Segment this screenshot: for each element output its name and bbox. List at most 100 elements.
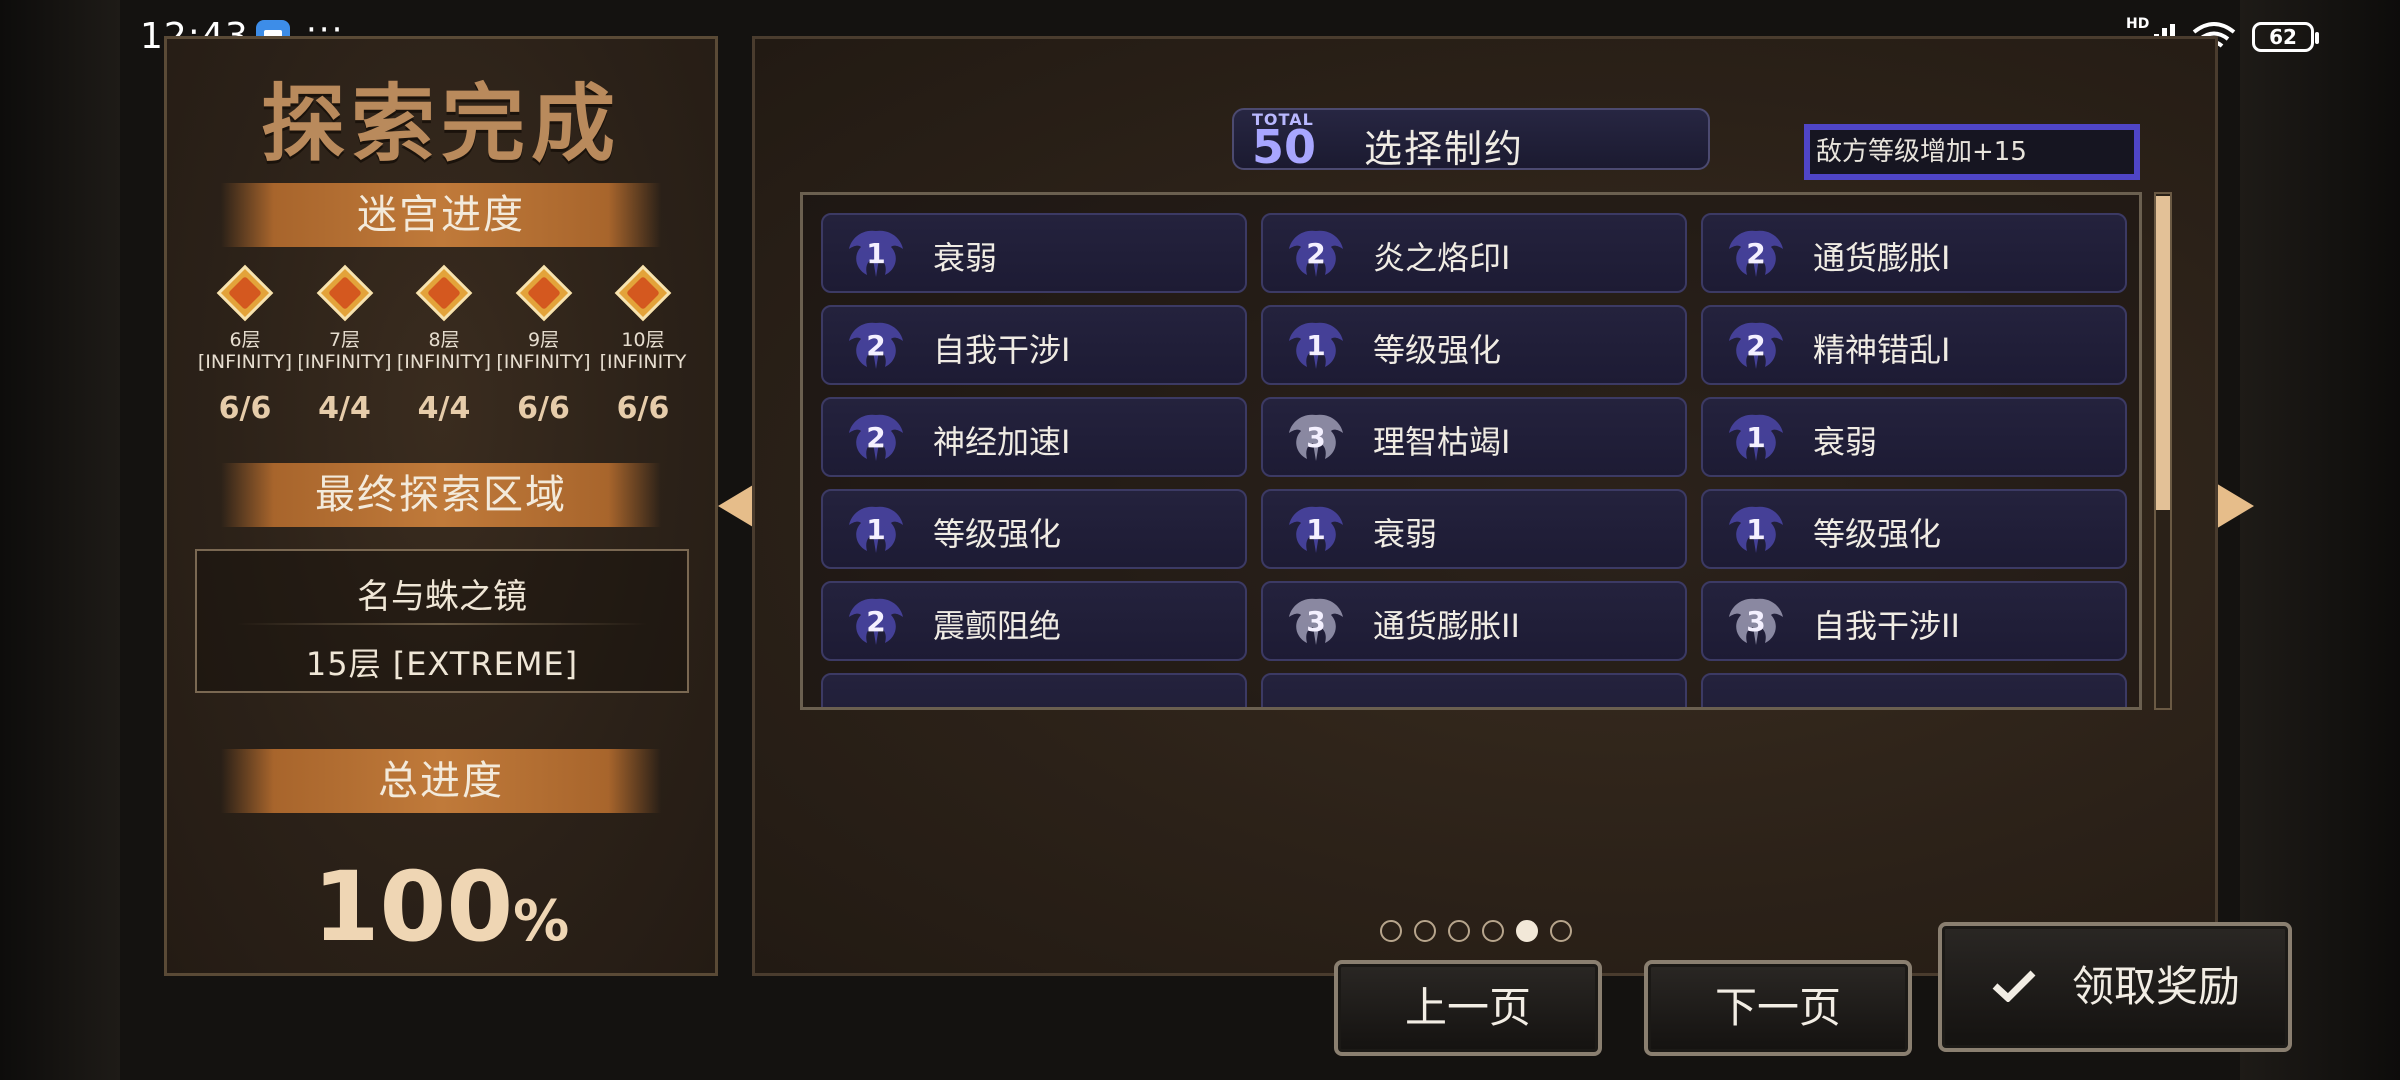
restriction-card-partial[interactable] — [1261, 673, 1687, 707]
restriction-card[interactable]: 2 自我干涉I — [821, 305, 1247, 385]
restriction-label: 自我干涉II — [1813, 607, 1960, 645]
floor-item: 6层 [INFINITY] 6/6 — [197, 261, 293, 461]
restriction-card[interactable]: 2 炎之烙印I — [1261, 213, 1687, 293]
restriction-level: 2 — [866, 605, 886, 638]
restriction-card[interactable]: 3 理智枯竭I — [1261, 397, 1687, 477]
exploration-summary-panel: 探索完成 迷宫进度 6层 [INFINITY] 6/6 7层 [INFINITY… — [164, 36, 718, 976]
floor-item: 9层 [INFINITY] 6/6 — [496, 261, 592, 461]
restriction-level-icon: 1 — [1285, 501, 1347, 557]
restriction-label: 精神错乱I — [1813, 331, 1951, 369]
floor-name: 6层 — [229, 329, 261, 351]
restriction-level-icon: 2 — [1285, 225, 1347, 281]
restriction-level-icon: 2 — [845, 317, 907, 373]
restriction-card-partial[interactable] — [821, 673, 1247, 707]
floor-item: 10层 [INFINITY 6/6 — [595, 261, 691, 461]
select-restrictions-title: 选择制约 — [1364, 127, 1525, 171]
floor-difficulty: [INFINITY] — [297, 351, 392, 373]
restriction-label: 自我干涉I — [933, 331, 1071, 369]
restriction-level: 2 — [1746, 237, 1766, 270]
floor-name: 8层 — [428, 329, 460, 351]
final-zone-box: 名与蛛之镜 15层 [EXTREME] — [195, 549, 689, 693]
previous-page-button[interactable]: 上一页 — [1334, 960, 1602, 1056]
page-dot[interactable] — [1550, 920, 1572, 942]
page-dot[interactable] — [1448, 920, 1470, 942]
restriction-level: 2 — [1306, 237, 1326, 270]
restriction-card[interactable]: 3 自我干涉II — [1701, 581, 2127, 661]
restriction-card[interactable]: 1 等级强化 — [1701, 489, 2127, 569]
restriction-label: 通货膨胀I — [1813, 239, 1951, 277]
restriction-level-icon: 3 — [1285, 593, 1347, 649]
restriction-level: 2 — [866, 329, 886, 362]
restriction-level-icon: 2 — [1725, 317, 1787, 373]
left-frame-decoration — [0, 0, 120, 1080]
restriction-level: 1 — [866, 513, 886, 546]
restriction-level: 3 — [1746, 605, 1766, 638]
scrollbar-thumb[interactable] — [2156, 196, 2170, 510]
restriction-level-icon: 1 — [845, 225, 907, 281]
select-restrictions-header: TOTAL 50 选择制约 — [1232, 108, 1710, 174]
page-dot[interactable] — [1380, 920, 1402, 942]
restriction-card[interactable]: 1 衰弱 — [1261, 489, 1687, 569]
restriction-level-icon: 1 — [1725, 409, 1787, 465]
floor-clear-icon — [515, 264, 572, 322]
floor-count: 4/4 — [318, 391, 371, 426]
restriction-label: 通货膨胀II — [1373, 607, 1520, 645]
page-dot[interactable] — [1482, 920, 1504, 942]
restriction-level: 1 — [1306, 329, 1326, 362]
floor-item: 8层 [INFINITY] 4/4 — [396, 261, 492, 461]
restriction-label: 衰弱 — [1813, 423, 1878, 461]
restriction-label: 等级强化 — [1813, 515, 1942, 553]
restriction-level: 1 — [1306, 513, 1326, 546]
total-badge: TOTAL 50 — [1252, 110, 1316, 174]
page-dot[interactable] — [1414, 920, 1436, 942]
restriction-card[interactable]: 2 神经加速I — [821, 397, 1247, 477]
restriction-level: 2 — [1746, 329, 1766, 362]
restriction-label: 等级强化 — [1373, 331, 1502, 369]
floor-name: 7层 — [328, 329, 361, 351]
floor-count: 4/4 — [417, 391, 471, 426]
floor-difficulty: [INFINITY] — [197, 351, 293, 373]
next-page-button[interactable]: 下一页 — [1644, 960, 1912, 1056]
restriction-card[interactable]: 3 通货膨胀II — [1261, 581, 1687, 661]
total-value: 50 — [1252, 120, 1317, 174]
page-title: 探索完成 — [260, 75, 621, 173]
restriction-label: 震颤阻绝 — [933, 607, 1062, 645]
restriction-card[interactable]: 2 通货膨胀I — [1701, 213, 2127, 293]
restriction-label: 衰弱 — [1373, 515, 1438, 553]
floor-clear-icon — [415, 264, 473, 322]
floor-clear-icon — [216, 264, 274, 322]
restriction-card[interactable]: 1 衰弱 — [821, 213, 1247, 293]
restriction-card[interactable]: 1 等级强化 — [821, 489, 1247, 569]
floor-name: 9层 — [527, 329, 560, 351]
restriction-level: 1 — [866, 237, 886, 270]
restriction-grid: 1 衰弱 2 炎之烙印I 2 通货膨胀I 2 自我干涉I 1 等级强化 2 精神错乱I 2 神经加速I 3 理… — [800, 192, 2142, 710]
total-progress-number: 100 — [312, 851, 514, 963]
restriction-card[interactable]: 1 等级强化 — [1261, 305, 1687, 385]
floor-clear-icon — [614, 264, 672, 322]
final-zone-heading: 最终探索区域 — [221, 463, 661, 527]
total-progress-value: 100% — [167, 859, 715, 970]
restriction-card[interactable]: 1 衰弱 — [1701, 397, 2127, 477]
battery-indicator: 62 — [2252, 22, 2319, 52]
restriction-level-icon: 3 — [1285, 409, 1347, 465]
check-icon — [1992, 970, 2036, 1002]
restriction-card[interactable]: 2 精神错乱I — [1701, 305, 2127, 385]
page-dot[interactable] — [1516, 920, 1538, 942]
total-progress-unit: % — [513, 889, 570, 954]
restriction-card-partial[interactable] — [1701, 673, 2127, 707]
floor-difficulty: [INFINITY] — [496, 351, 591, 373]
zone-floor: 15层 [EXTREME] — [305, 645, 579, 683]
restriction-level: 3 — [1306, 605, 1326, 638]
restriction-card[interactable]: 2 震颤阻绝 — [821, 581, 1247, 661]
restriction-label: 等级强化 — [933, 515, 1062, 553]
enemy-level-bonus: 敌方等级增加+15 — [1804, 124, 2140, 180]
restriction-level-icon: 1 — [1725, 501, 1787, 557]
restriction-level-icon: 2 — [1725, 225, 1787, 281]
claim-reward-button[interactable]: 领取奖励 — [1938, 922, 2292, 1052]
divider — [237, 623, 647, 625]
restriction-label: 炎之烙印I — [1373, 239, 1511, 277]
floor-count: 6/6 — [616, 391, 670, 426]
restriction-level-icon: 2 — [845, 409, 907, 465]
page-indicator — [1380, 920, 1572, 942]
restriction-level: 3 — [1306, 421, 1326, 454]
